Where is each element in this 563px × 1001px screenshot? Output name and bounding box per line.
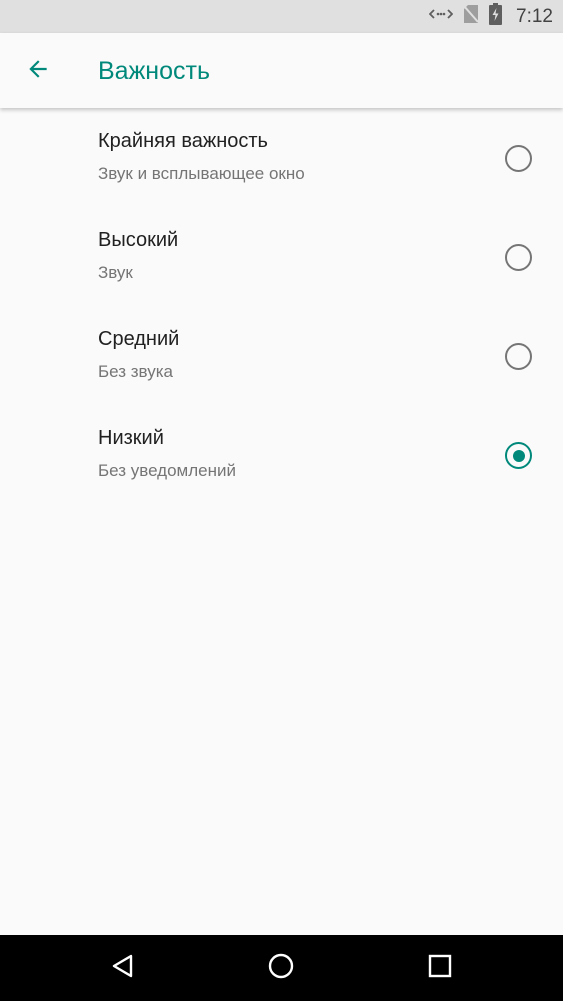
status-time: 7:12 [516,5,553,27]
option-medium[interactable]: Средний Без звука [0,306,563,405]
navigation-bar [0,935,563,1001]
app-bar: Важность [0,33,563,108]
option-high[interactable]: Высокий Звук [0,207,563,306]
option-summary: Звук [98,263,133,282]
radio-button[interactable] [505,343,532,370]
option-urgent[interactable]: Крайняя важность Звук и всплывающее окно [0,108,563,207]
radio-button[interactable] [505,145,532,172]
nav-back-button[interactable] [100,945,146,991]
option-title: Высокий [98,229,179,251]
back-triangle-icon [110,953,136,984]
page-title: Важность [98,57,210,85]
nav-recents-button[interactable] [417,945,463,991]
option-title: Средний [98,328,180,350]
data-saver-icon [428,6,454,27]
status-bar: 7:12 [0,0,563,33]
arrow-back-icon [25,56,51,87]
status-icons: 7:12 [428,0,553,33]
option-title: Низкий [98,427,164,449]
radio-button[interactable] [505,442,532,469]
no-sim-icon [463,4,479,29]
option-title: Крайняя важность [98,130,268,152]
option-summary: Без уведомлений [98,461,236,480]
importance-options-list: Крайняя важность Звук и всплывающее окно… [0,108,563,504]
recents-square-icon [427,953,453,984]
option-summary: Без звука [98,362,173,381]
back-button[interactable] [14,47,62,95]
radio-button[interactable] [505,244,532,271]
nav-home-button[interactable] [258,945,304,991]
option-summary: Звук и всплывающее окно [98,164,305,183]
home-circle-icon [267,952,295,985]
battery-charging-icon [489,3,503,30]
option-low[interactable]: Низкий Без уведомлений [0,405,563,504]
